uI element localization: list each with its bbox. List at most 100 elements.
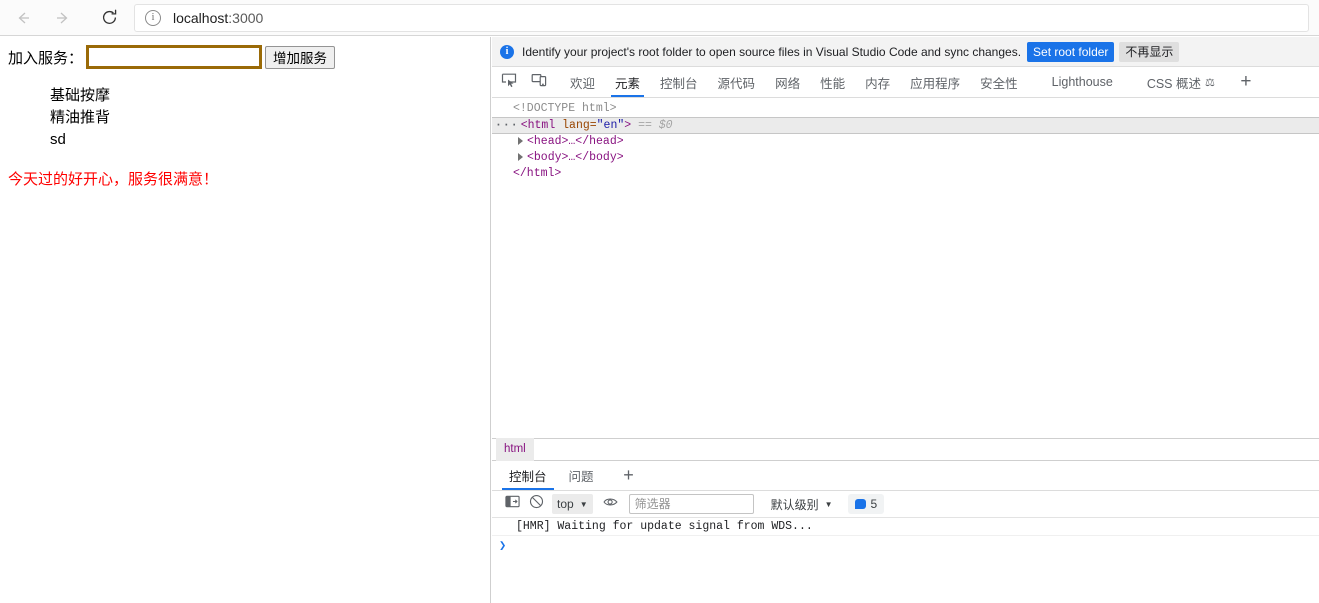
console-issues-badge[interactable]: 5 <box>847 494 885 514</box>
console-sidebar-icon <box>504 494 520 514</box>
tab-label: 内存 <box>865 76 891 91</box>
list-item[interactable]: 基础按摩 <box>50 85 482 107</box>
reload-icon <box>100 8 119 27</box>
console-log-level-selector[interactable]: 默认级别 ▼ <box>768 494 836 514</box>
drawer-tab-console[interactable]: 控制台 <box>498 461 558 490</box>
devtools-notification-bar: i Identify your project's root folder to… <box>492 37 1319 67</box>
page-viewport: 加入服务： 增加服务 基础按摩 精油推背 sd 今天过的好开心，服务很满意！ <box>0 37 491 603</box>
dom-row-label: <body>…</body> <box>527 151 624 164</box>
tab-label: 元素 <box>615 76 641 91</box>
tab-label: 安全性 <box>980 76 1018 91</box>
console-context-value: top <box>557 497 574 511</box>
inspect-element-icon <box>501 72 517 93</box>
console-output[interactable]: [HMR] Waiting for update signal from WDS… <box>492 518 1319 556</box>
dismiss-notification-button[interactable]: 不再显示 <box>1119 41 1180 62</box>
page-body: 加入服务： 增加服务 基础按摩 精油推背 sd 今天过的好开心，服务很满意！ <box>0 37 490 197</box>
url-text: localhost:3000 <box>173 10 263 26</box>
devtools-tabbar: 欢迎 元素 控制台 源代码 网络 性能 内存 应用程序 安全性 Lighthou… <box>492 67 1319 98</box>
device-toolbar-icon <box>531 72 547 93</box>
info-circle-icon[interactable]: i <box>145 9 161 26</box>
toggle-device-toolbar-button[interactable] <box>524 67 554 97</box>
tab-label: 源代码 <box>717 76 756 91</box>
tab-label: CSS 概述 <box>1146 76 1201 91</box>
info-circle-filled-icon: i <box>500 44 514 59</box>
tab-console[interactable]: 控制台 <box>650 67 708 97</box>
dom-attr-name: lang <box>562 119 590 132</box>
tab-welcome[interactable]: 欢迎 <box>560 67 605 97</box>
live-expression-icon <box>603 495 619 514</box>
breadcrumb: html <box>492 438 1319 461</box>
dom-row-label: </html> <box>513 167 562 180</box>
console-message: [HMR] Waiting for update signal from WDS… <box>492 518 1319 536</box>
address-bar[interactable]: i localhost:3000 <box>134 3 1309 32</box>
tab-memory[interactable]: 内存 <box>855 67 900 97</box>
dom-row-html-close: </html> <box>492 166 1319 182</box>
notification-message: Identify your project's root folder to o… <box>522 44 1022 59</box>
chevron-right-icon[interactable] <box>518 152 523 161</box>
tab-label: 欢迎 <box>570 76 596 91</box>
back-button[interactable] <box>6 3 40 33</box>
service-list: 基础按摩 精油推背 sd <box>8 85 482 151</box>
add-panel-button[interactable]: + <box>1231 67 1261 97</box>
dom-tree[interactable]: <!DOCTYPE html> ··· <html lang="en"> == $… <box>492 98 1319 438</box>
list-item[interactable]: 精油推背 <box>50 107 482 129</box>
url-host: localhost <box>173 9 229 26</box>
devtools-panel: i Identify your project's root folder to… <box>492 37 1319 603</box>
dom-row-html[interactable]: ··· <html lang="en"> == $0 <box>492 117 1319 134</box>
tab-label: 应用程序 <box>910 76 961 91</box>
dom-selected-marker: == $0 <box>638 119 673 132</box>
breadcrumb-item-html[interactable]: html <box>496 438 534 461</box>
tab-network[interactable]: 网络 <box>765 67 810 97</box>
dom-ellipsis-badge[interactable]: ··· <box>492 118 521 134</box>
console-sidebar-button[interactable] <box>500 493 524 515</box>
tab-label: Lighthouse <box>1051 75 1113 89</box>
experiment-beaker-icon: ⚖ <box>1205 76 1215 89</box>
dom-tag-open: <html <box>520 119 556 132</box>
plus-icon: + <box>623 465 634 485</box>
list-item[interactable]: sd <box>50 129 482 151</box>
arrow-right-icon <box>54 9 72 27</box>
add-service-form: 加入服务： 增加服务 <box>8 45 482 69</box>
dom-row-label: <head>…</head> <box>527 135 624 148</box>
tab-css-overview[interactable]: CSS 概述 ⚖ <box>1137 67 1225 97</box>
dom-row-body[interactable]: <body>…</body> <box>492 150 1319 166</box>
drawer-tab-label: 控制台 <box>509 470 547 484</box>
console-context-selector[interactable]: top ▼ <box>552 494 593 514</box>
drawer-add-tool-button[interactable]: + <box>613 461 645 490</box>
tab-security[interactable]: 安全性 <box>970 67 1028 97</box>
add-service-label: 加入服务： <box>8 49 84 67</box>
service-name-input[interactable] <box>86 45 263 69</box>
dom-attr-value: "en" <box>596 119 625 132</box>
console-toolbar: top ▼ 默认级别 ▼ 5 <box>492 491 1319 518</box>
live-expression-button[interactable] <box>599 493 623 515</box>
tab-elements[interactable]: 元素 <box>605 67 650 97</box>
add-service-button[interactable]: 增加服务 <box>265 45 336 69</box>
chevron-right-icon[interactable] <box>518 136 523 145</box>
tab-label: 控制台 <box>660 76 698 91</box>
console-filter-input[interactable] <box>628 494 754 514</box>
drawer-tab-label: 问题 <box>568 470 594 484</box>
console-prompt[interactable]: ❯ <box>492 536 1319 556</box>
satisfaction-note: 今天过的好开心，服务很满意！ <box>8 171 219 188</box>
drawer-tabbar: 控制台 问题 + <box>492 461 1319 491</box>
tab-application[interactable]: 应用程序 <box>900 67 970 97</box>
drawer-tab-issues[interactable]: 问题 <box>558 461 605 490</box>
reload-button[interactable] <box>92 3 126 33</box>
clear-console-button[interactable] <box>524 493 548 515</box>
chevron-down-icon: ▼ <box>824 499 833 509</box>
console-level-value: 默认级别 <box>770 497 819 512</box>
issue-bubble-icon <box>854 499 866 509</box>
inspect-element-button[interactable] <box>494 67 524 97</box>
chevron-down-icon: ▼ <box>579 499 588 509</box>
tab-lighthouse[interactable]: Lighthouse <box>1042 67 1123 97</box>
dom-row: <!DOCTYPE html> <box>513 102 617 115</box>
forward-button[interactable] <box>46 3 80 33</box>
tab-performance[interactable]: 性能 <box>810 67 855 97</box>
arrow-left-icon <box>14 9 32 27</box>
browser-toolbar: i localhost:3000 <box>0 0 1319 36</box>
dom-row-head[interactable]: <head>…</head> <box>492 134 1319 150</box>
tab-sources[interactable]: 源代码 <box>708 67 766 97</box>
tab-label: 网络 <box>775 76 801 91</box>
set-root-folder-button[interactable]: Set root folder <box>1027 41 1115 62</box>
tab-label: 性能 <box>820 76 846 91</box>
